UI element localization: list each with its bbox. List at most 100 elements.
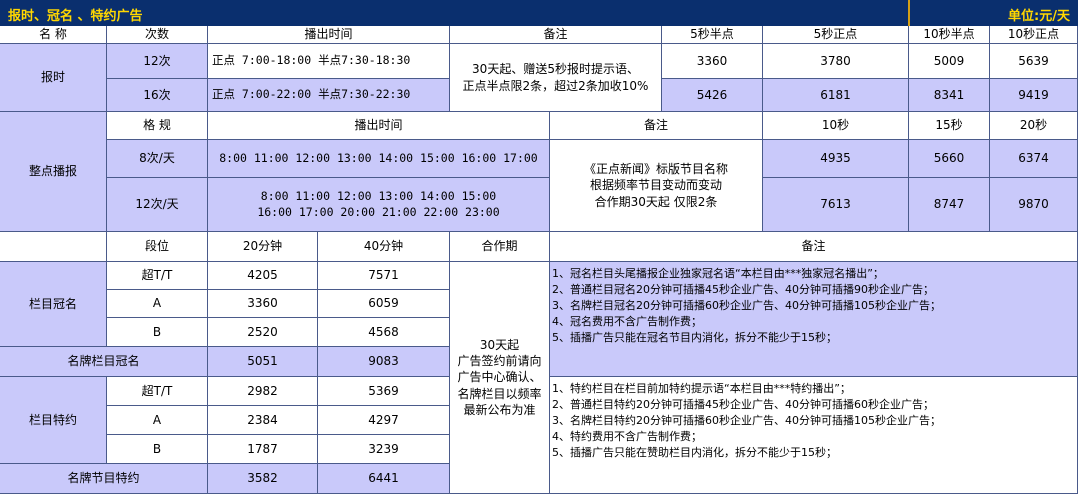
teyue-brand-name: 名牌节目特约 [0,464,208,494]
guanming-note-3: 3、名牌栏目冠名20分钟可插播60秒企业广告、40分钟可插播105秒企业广告； [552,298,941,312]
baoshi-remark-line-1: 30天起、赠送5秒报时提示语、 [472,62,639,77]
period-line-3: 广告中心确认、 [457,370,542,385]
zhengdian-header-20s: 20秒 [990,112,1078,140]
header-times: 次数 [107,26,208,44]
guanming-notes: 1、冠名栏目头尾播报企业独家冠名语“本栏目由***独家冠名播出”； 2、普通栏目… [550,262,1078,377]
guanming-b-20min: 2520 [208,318,318,347]
zhengdian-remark-line-2: 根据频率节目变动而变动 [589,178,722,193]
title-divider [908,0,910,26]
guanming-seg-t: 超T/T [107,262,208,290]
header-name: 名 称 [0,26,107,44]
baoshi-times-16: 16次 [107,79,208,112]
period-cell: 30天起 广告签约前请向 广告中心确认、 名牌栏目以频率 最新公布为准 [450,262,550,494]
zhengdian-12-10s: 7613 [763,178,909,232]
header-air-time: 播出时间 [208,26,450,44]
zhengdian-remark-line-3: 合作期30天起 仅限2条 [594,194,718,209]
guanming-brand-40min: 9083 [318,347,450,377]
guanming-header-remark: 备注 [550,232,1078,262]
guanming-header-20min: 20分钟 [208,232,318,262]
teyue-t-20min: 2982 [208,377,318,406]
teyue-seg-b: B [107,435,208,464]
guanming-brand-name: 名牌栏目冠名 [0,347,208,377]
teyue-b-40min: 3239 [318,435,450,464]
zhengdian-8-15s: 5660 [909,140,990,178]
baoshi-16-5s-half: 5426 [662,79,763,112]
baoshi-air-12: 正点 7:00-18:00 半点7:30-18:30 [208,44,450,79]
header-10s-half: 10秒半点 [909,26,990,44]
baoshi-remark: 30天起、赠送5秒报时提示语、 正点半点限2条，超过2条加收10% [450,44,662,112]
unit-label: 单位:元/天 [1008,9,1070,24]
zhengdian-name: 整点播报 [0,112,107,232]
baoshi-16-5s-hour: 6181 [763,79,909,112]
teyue-b-20min: 1787 [208,435,318,464]
baoshi-times-12: 12次 [107,44,208,79]
teyue-brand-40min: 6441 [318,464,450,494]
baoshi-name: 报时 [0,44,107,112]
guanming-t-40min: 7571 [318,262,450,290]
guanming-a-40min: 6059 [318,290,450,318]
zhengdian-air-12-line-2: 16:00 17:00 20:00 21:00 22:00 23:00 [257,204,500,219]
guanming-b-40min: 4568 [318,318,450,347]
zhengdian-remark-line-1: 《正点新闻》标版节目名称 [583,162,728,177]
zhengdian-spec-12: 12次/天 [107,178,208,232]
teyue-a-20min: 2384 [208,406,318,435]
teyue-note-5: 5、插播广告只能在赞助栏目内消化，拆分不能少于15秒； [552,445,837,459]
teyue-t-40min: 5369 [318,377,450,406]
header-5s-hour: 5秒正点 [763,26,909,44]
teyue-notes: 1、特约栏目在栏目前加特约提示语“本栏目由***特约播出”； 2、普通栏目特约2… [550,377,1078,494]
period-line-2: 广告签约前请向 [457,354,542,369]
guanming-a-20min: 3360 [208,290,318,318]
baoshi-air-16: 正点 7:00-22:00 半点7:30-22:30 [208,79,450,112]
teyue-a-40min: 4297 [318,406,450,435]
guanming-note-5: 5、插播广告只能在冠名节目内消化，拆分不能少于15秒； [552,330,837,344]
zhengdian-spec-8: 8次/天 [107,140,208,178]
baoshi-12-5s-half: 3360 [662,44,763,79]
guanming-note-4: 4、冠名费用不含广告制作费； [552,314,702,328]
header-10s-hour: 10秒正点 [990,26,1078,44]
zhengdian-8-20s: 6374 [990,140,1078,178]
title-bar: 报时、冠名 、特约广告 单位:元/天 [0,0,1078,26]
baoshi-16-10s-hour: 9419 [990,79,1078,112]
guanming-header-seg: 段位 [107,232,208,262]
baoshi-12-5s-hour: 3780 [763,44,909,79]
teyue-name: 栏目特约 [0,377,107,464]
baoshi-remark-line-2: 正点半点限2条，超过2条加收10% [462,78,649,93]
guanming-note-2: 2、普通栏目冠名20分钟可插播45秒企业广告、40分钟可插播90秒企业广告； [552,282,934,296]
baoshi-12-10s-half: 5009 [909,44,990,79]
zhengdian-header-15s: 15秒 [909,112,990,140]
zhengdian-12-15s: 8747 [909,178,990,232]
teyue-note-4: 4、特约费用不含广告制作费； [552,429,702,443]
guanming-name: 栏目冠名 [0,262,107,347]
zhengdian-remark: 《正点新闻》标版节目名称 根据频率节目变动而变动 合作期30天起 仅限2条 [550,140,763,232]
zhengdian-air-12: 8:00 11:00 12:00 13:00 14:00 15:00 16:00… [208,178,550,232]
zhengdian-header-remark: 备注 [550,112,763,140]
period-line-1: 30天起 [479,338,520,353]
zhengdian-12-20s: 9870 [990,178,1078,232]
header-5s-half: 5秒半点 [662,26,763,44]
zhengdian-header-spec: 格 规 [107,112,208,140]
guanming-note-1: 1、冠名栏目头尾播报企业独家冠名语“本栏目由***独家冠名播出”； [552,267,884,280]
teyue-note-1: 1、特约栏目在栏目前加特约提示语“本栏目由***特约播出”； [552,382,851,395]
header-remark: 备注 [450,26,662,44]
guanming-seg-a: A [107,290,208,318]
teyue-note-3: 3、名牌栏目特约20分钟可插播60秒企业广告、40分钟可插播105秒企业广告； [552,413,941,427]
guanming-seg-b: B [107,318,208,347]
guanming-header-blank [0,232,107,262]
zhengdian-header-10s: 10秒 [763,112,909,140]
period-line-5: 最新公布为准 [463,402,536,417]
guanming-header-40min: 40分钟 [318,232,450,262]
guanming-header-period: 合作期 [450,232,550,262]
baoshi-12-10s-hour: 5639 [990,44,1078,79]
guanming-t-20min: 4205 [208,262,318,290]
zhengdian-8-10s: 4935 [763,140,909,178]
teyue-note-2: 2、普通栏目特约20分钟可插播45秒企业广告、40分钟可插播60秒企业广告； [552,397,934,411]
teyue-brand-20min: 3582 [208,464,318,494]
zhengdian-air-8: 8:00 11:00 12:00 13:00 14:00 15:00 16:00… [208,140,550,178]
period-line-4: 名牌栏目以频率 [457,386,542,401]
baoshi-16-10s-half: 8341 [909,79,990,112]
page-title: 报时、冠名 、特约广告 [8,9,143,24]
zhengdian-air-12-line-1: 8:00 11:00 12:00 13:00 14:00 15:00 [260,188,497,203]
teyue-seg-t: 超T/T [107,377,208,406]
teyue-seg-a: A [107,406,208,435]
zhengdian-header-air: 播出时间 [208,112,550,140]
